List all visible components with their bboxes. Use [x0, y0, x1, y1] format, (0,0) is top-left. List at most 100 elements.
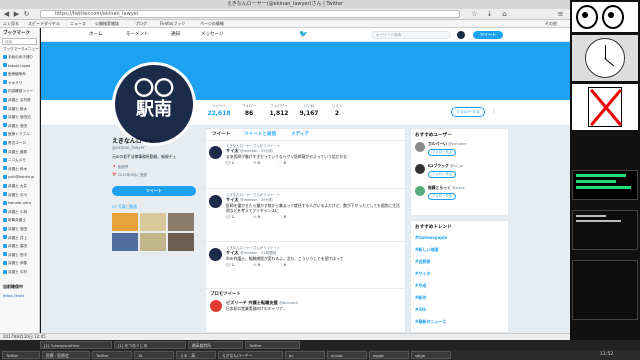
retweet-icon[interactable]: ⟲ 8 [253, 161, 260, 165]
profile-name[interactable]: えきなんローヤー [112, 136, 196, 145]
bookmark-item[interactable]: よく見る [3, 21, 19, 27]
retweet-icon[interactable]: ⟲ 8 [253, 215, 260, 219]
reply-icon[interactable]: 💬 1 [226, 263, 234, 267]
bookmark-item[interactable]: スピードダイヤル [28, 21, 60, 27]
media-thumb[interactable] [140, 233, 166, 251]
sidebar-bookmark-item[interactable]: twinate.ultra [3, 200, 39, 207]
bookmark-star-icon[interactable]: ☆ [470, 10, 479, 19]
tweet-button[interactable]: ツイート [473, 31, 503, 39]
bookmark-item[interactable]: ページの情報 [200, 21, 224, 27]
twitter-search-input[interactable]: キーワード検索 [371, 31, 451, 39]
like-icon[interactable]: ♡ 6 [279, 161, 286, 165]
user-name[interactable]: カルベーい [428, 141, 447, 146]
follow-button[interactable]: フォローする [451, 107, 485, 117]
sidebar-bookmark-item[interactable]: 医療論争系 [3, 71, 39, 78]
sidebar-bookmark-item[interactable]: 弁護士 島田 [3, 226, 39, 233]
sidebar-bookmark-item[interactable]: 弁護士 伊藤 [3, 260, 39, 267]
back-icon[interactable]: ◀ [2, 10, 11, 19]
trend-item[interactable]: #新作 [411, 293, 508, 305]
sidebar-footer-link[interactable]: https://twitt [3, 294, 24, 298]
trend-item[interactable]: #tomosayapia [411, 233, 508, 245]
task-button[interactable]: 医療 - 医療会 [42, 351, 90, 359]
url-input[interactable]: https://twitter.com/ekinan_lawyer [40, 10, 460, 18]
tab-tweets[interactable]: ツイート [212, 131, 230, 137]
media-thumb[interactable] [168, 213, 194, 231]
sidebar-bookmark-item[interactable]: 弁護士 島田 [3, 123, 39, 130]
suggested-user[interactable]: カルベーい @karubee フォローする [411, 141, 508, 163]
sidebar-bookmark-item[interactable]: 弁護士 坂田泊 [3, 114, 39, 121]
sidebar-bookmark-item[interactable]: ヤキサワ [3, 80, 39, 87]
media-thumb[interactable] [112, 213, 138, 231]
task-button[interactable]: [1] 3,ewaysnoHvie [40, 341, 112, 349]
sidebar-bookmark-item[interactable]: 医療トラブル [3, 131, 39, 138]
promoted-avatar[interactable] [210, 300, 222, 312]
promoted-author[interactable]: ビズリーチ 弁護士転職支援 [226, 300, 278, 305]
sidebar-bookmark-item[interactable]: ニコムメモ [3, 157, 39, 164]
sidebar-bookmark-item[interactable]: tabuki.hipaa [3, 63, 39, 70]
task-button[interactable]: acoub [327, 351, 367, 359]
tweet-avatar[interactable] [209, 248, 222, 261]
trend-item[interactable]: #平成 [411, 281, 508, 293]
sidebar-bookmark-item[interactable]: 弁護士 田中 [3, 252, 39, 259]
sidebar-bookmark-item[interactable]: 青空ユーロ [3, 140, 39, 147]
profile-handle[interactable]: @ekinan_lawyer [112, 145, 196, 150]
reload-icon[interactable]: ↻ [22, 10, 31, 19]
suggested-user[interactable]: 後藤とらっく @track フォローする [411, 185, 508, 207]
sidebar-bookmark-item[interactable]: 弁護士 吉村郎 [3, 97, 39, 104]
task-button[interactable]: egypt [369, 351, 409, 359]
tweet-author[interactable]: サイ太 [226, 250, 239, 255]
follow-user-button[interactable]: フォローする [428, 171, 456, 178]
task-button[interactable]: Twitter [2, 351, 40, 359]
tweet-avatar[interactable] [209, 195, 222, 208]
follow-user-button[interactable]: フォローする [428, 149, 456, 156]
tab-media[interactable]: メディア [291, 131, 309, 137]
tweet-avatar[interactable] [209, 146, 222, 159]
tab-tweets-replies[interactable]: ツイートと返信 [244, 131, 276, 137]
sidebar-bookmark-item[interactable]: 弁護士 高田 [3, 243, 39, 250]
bookmark-item[interactable]: Firefoxブック [160, 21, 185, 27]
taskbar-clock[interactable]: 11:52 [600, 351, 613, 359]
follow-user-button[interactable]: フォローする [428, 193, 456, 200]
reply-icon[interactable]: 💬 1 [226, 161, 234, 165]
task-button[interactable]: える - 高 [176, 351, 216, 359]
download-icon[interactable]: ↓ [485, 10, 494, 19]
task-button[interactable]: Twitter [92, 351, 132, 359]
stat-tweets[interactable]: ツイート 22,618 [206, 104, 232, 117]
task-button[interactable]: 最高裁判所 [188, 341, 243, 349]
sidebar-bookmark-item[interactable]: 弁護士 新太 [3, 106, 39, 113]
tweet-item[interactable]: えきなんローヤーさんがリツイート サイ太 @meetan · 29分前 医師を働… [206, 190, 405, 242]
user-handle[interactable]: @karubee [448, 142, 466, 146]
sidebar-bookmark-item[interactable]: yuki@bankrup [3, 174, 39, 181]
tweet-handle[interactable]: @meetan · 29分前 [240, 198, 273, 202]
promoted-tweet[interactable]: ビズリーチ 弁護士転職支援 @bizreach 日本初の営業実務向けのキャリア.… [210, 300, 401, 312]
like-icon[interactable]: ♡ 6 [279, 263, 286, 267]
tweet-item[interactable]: えきなんローヤーさんがリツイート サイ太 @meetan · 29分前 まあ医師… [206, 141, 405, 189]
stat-following[interactable]: フォロー 86 [236, 104, 262, 117]
sidebar-bookmark-item[interactable]: 手紙の歩き通り [3, 54, 39, 61]
task-button[interactable]: bc [285, 351, 325, 359]
sidebar-bookmark-item[interactable]: 弁護士 鈴木 [3, 166, 39, 173]
user-avatar[interactable] [415, 164, 425, 174]
nav-moments[interactable]: モーメント [126, 31, 148, 39]
sidebar-bookmark-item[interactable]: 弁護士 小林 [3, 209, 39, 216]
profile-tweet-button[interactable]: ツイート [112, 186, 196, 196]
user-avatar[interactable] [415, 186, 425, 196]
media-thumb[interactable] [168, 233, 194, 251]
bookmark-item[interactable]: 公開検索雑誌 [95, 21, 119, 27]
user-handle[interactable]: @k2_bl [450, 164, 463, 168]
sidebar-bookmark-item[interactable]: 弁護士 中村 [3, 269, 39, 276]
media-link[interactable]: 27 写真と動画 [112, 204, 196, 210]
trend-item[interactable]: #吉野家 [411, 257, 508, 269]
tweet-handle[interactable]: @meetan · 29分前 [240, 149, 273, 153]
retweet-icon[interactable]: ⟲ 8 [253, 263, 260, 267]
bookmark-item[interactable]: その他 [545, 21, 557, 27]
bookmark-item[interactable]: ニュース [70, 21, 86, 27]
trend-item[interactable]: #サイネ [411, 269, 508, 281]
tweet-handle[interactable]: @meetan · 22時間前 [240, 251, 276, 255]
promoted-handle[interactable]: @bizreach [279, 301, 298, 305]
tweet-author[interactable]: サイ太 [226, 197, 239, 202]
task-button[interactable]: saigo [411, 351, 451, 359]
task-button[interactable]: [1] をつめくしの [114, 341, 186, 349]
reply-icon[interactable]: 💬 1 [226, 215, 234, 219]
sidebar-bookmark-item[interactable]: 内容確認ツイー [3, 88, 39, 95]
